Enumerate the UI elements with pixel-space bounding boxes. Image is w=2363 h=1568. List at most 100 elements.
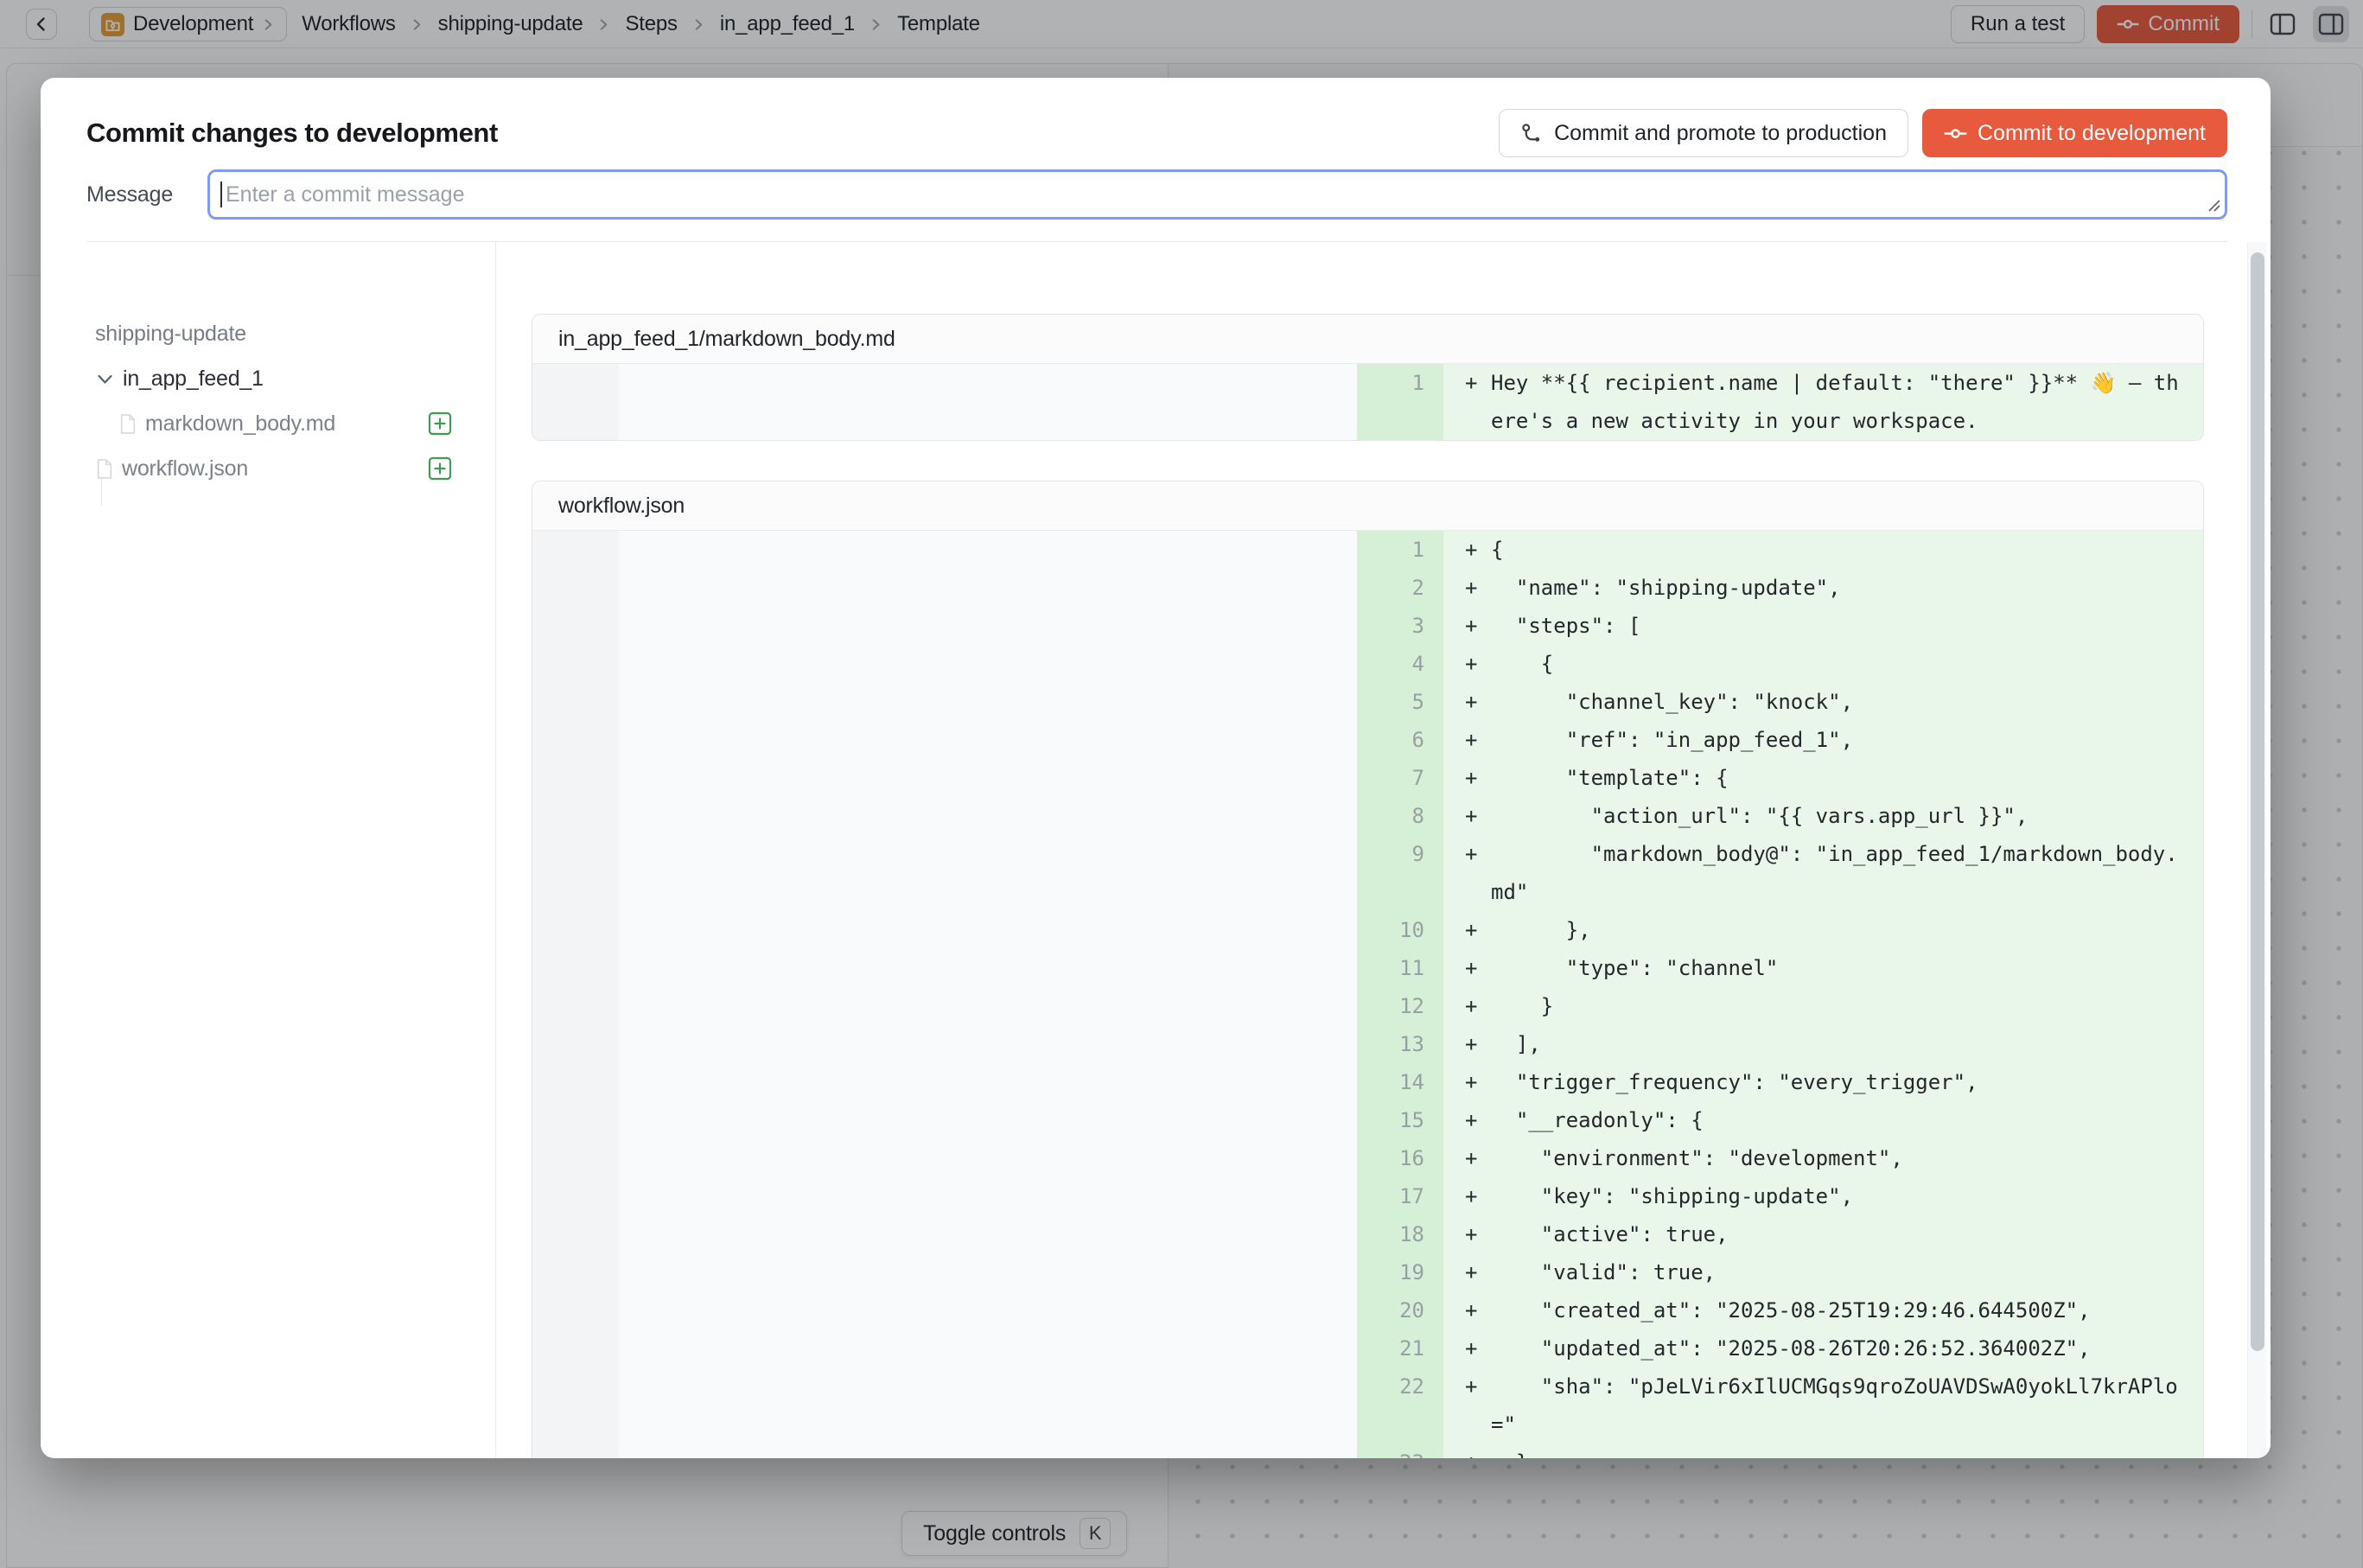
new-line-number-cell: 17 bbox=[1357, 1177, 1443, 1215]
old-line-number-cell bbox=[532, 1063, 619, 1101]
new-line-number-cell: 23 bbox=[1357, 1444, 1443, 1458]
new-content-cell: + ], bbox=[1443, 1025, 2203, 1063]
diff-row: =" bbox=[532, 1405, 2203, 1444]
diff-add-sign: + bbox=[1465, 1367, 1491, 1405]
old-content-cell bbox=[619, 402, 1357, 440]
modal-scrollbar-track[interactable] bbox=[2247, 242, 2266, 1458]
new-line-number-cell bbox=[1357, 1405, 1443, 1444]
new-content-cell: + "key": "shipping-update", bbox=[1443, 1177, 2203, 1215]
old-content-cell bbox=[619, 873, 1357, 911]
new-content-cell: +{ bbox=[1443, 531, 2203, 569]
new-line-number-cell: 5 bbox=[1357, 683, 1443, 721]
new-content-cell: ere's a new activity in your workspace. bbox=[1443, 402, 2203, 440]
diff-add-sign: + bbox=[1465, 569, 1491, 607]
old-line-number-cell bbox=[532, 1405, 619, 1444]
diff-add-sign: + bbox=[1465, 645, 1491, 683]
diff-line-text: "markdown_body@": "in_app_feed_1/markdow… bbox=[1491, 835, 2178, 873]
resize-handle-icon[interactable] bbox=[2206, 197, 2221, 213]
commit-and-promote-button[interactable]: Commit and promote to production bbox=[1499, 109, 1908, 157]
new-line-number-cell: 18 bbox=[1357, 1215, 1443, 1253]
file-icon bbox=[118, 413, 137, 435]
modal-scrollbar-thumb[interactable] bbox=[2251, 252, 2264, 1351]
diff-row: 8+ "action_url": "{{ vars.app_url }}", bbox=[532, 797, 2203, 835]
diff-line-text: } bbox=[1491, 987, 1553, 1025]
diff-add-sign: + bbox=[1465, 1101, 1491, 1139]
old-content-cell bbox=[619, 1329, 1357, 1367]
diff-line-text: "created_at": "2025-08-25T19:29:46.64450… bbox=[1491, 1291, 2091, 1329]
old-content-cell bbox=[619, 683, 1357, 721]
old-line-number-cell bbox=[532, 835, 619, 873]
new-content-cell: + "steps": [ bbox=[1443, 607, 2203, 645]
file-icon bbox=[95, 458, 114, 480]
old-line-number-cell bbox=[532, 1215, 619, 1253]
old-content-cell bbox=[619, 1215, 1357, 1253]
new-content-cell: + "created_at": "2025-08-25T19:29:46.644… bbox=[1443, 1291, 2203, 1329]
new-line-number-cell: 7 bbox=[1357, 759, 1443, 797]
diff-row: 17+ "key": "shipping-update", bbox=[532, 1177, 2203, 1215]
new-line-number-cell: 9 bbox=[1357, 835, 1443, 873]
diff-line-text: "valid": true, bbox=[1491, 1253, 1716, 1291]
new-line-number-cell: 12 bbox=[1357, 987, 1443, 1025]
diff-row: 4+ { bbox=[532, 645, 2203, 683]
old-content-cell bbox=[619, 607, 1357, 645]
old-line-number-cell bbox=[532, 645, 619, 683]
old-line-number-cell bbox=[532, 759, 619, 797]
tree-item-step-group[interactable]: in_app_feed_1 bbox=[95, 356, 452, 401]
new-content-cell: + "__readonly": { bbox=[1443, 1101, 2203, 1139]
tree-item-workflow-root[interactable]: shipping-update bbox=[95, 311, 452, 356]
diff-line-text: "channel_key": "knock", bbox=[1491, 683, 1853, 721]
new-line-number-cell: 14 bbox=[1357, 1063, 1443, 1101]
new-line-number-cell: 22 bbox=[1357, 1367, 1443, 1405]
tree-group-label: in_app_feed_1 bbox=[123, 367, 264, 392]
diff-add-sign: + bbox=[1465, 1215, 1491, 1253]
old-content-cell bbox=[619, 911, 1357, 949]
new-content-cell: + "action_url": "{{ vars.app_url }}", bbox=[1443, 797, 2203, 835]
new-line-number-cell bbox=[1357, 873, 1443, 911]
text-caret bbox=[220, 182, 222, 207]
old-content-cell bbox=[619, 797, 1357, 835]
commit-to-development-label: Commit to development bbox=[1978, 121, 2206, 146]
diff-add-sign: + bbox=[1465, 364, 1491, 402]
diff-add-sign: + bbox=[1465, 987, 1491, 1025]
old-content-cell bbox=[619, 645, 1357, 683]
new-line-number-cell: 8 bbox=[1357, 797, 1443, 835]
new-line-number-cell: 1 bbox=[1357, 364, 1443, 402]
diff-row: 19+ "valid": true, bbox=[532, 1253, 2203, 1291]
chevron-down-icon bbox=[95, 369, 115, 389]
old-content-cell bbox=[619, 949, 1357, 987]
added-status-icon bbox=[428, 456, 452, 481]
diff-add-sign: + bbox=[1465, 1025, 1491, 1063]
old-content-cell bbox=[619, 1177, 1357, 1215]
old-content-cell bbox=[619, 364, 1357, 402]
diff-file-header: workflow.json bbox=[532, 481, 2203, 531]
old-line-number-cell bbox=[532, 364, 619, 402]
message-label: Message bbox=[86, 182, 207, 207]
diff-row: 1+Hey **{{ recipient.name | default: "th… bbox=[532, 364, 2203, 402]
diff-add-sign: + bbox=[1465, 1329, 1491, 1367]
commit-message-input[interactable] bbox=[207, 169, 2227, 220]
new-line-number-cell: 21 bbox=[1357, 1329, 1443, 1367]
commit-changes-modal: Commit changes to development Commit and… bbox=[41, 78, 2271, 1458]
diff-pane: in_app_feed_1/markdown_body.md1+Hey **{{… bbox=[496, 242, 2271, 1458]
new-line-number-cell: 3 bbox=[1357, 607, 1443, 645]
old-content-cell bbox=[619, 987, 1357, 1025]
diff-row: 18+ "active": true, bbox=[532, 1215, 2203, 1253]
diff-line-text: "ref": "in_app_feed_1", bbox=[1491, 721, 1853, 759]
old-line-number-cell bbox=[532, 1253, 619, 1291]
old-line-number-cell bbox=[532, 987, 619, 1025]
diff-add-sign: + bbox=[1465, 1139, 1491, 1177]
new-line-number-cell: 1 bbox=[1357, 531, 1443, 569]
new-content-cell: + "name": "shipping-update", bbox=[1443, 569, 2203, 607]
commit-to-development-button[interactable]: Commit to development bbox=[1922, 109, 2227, 157]
new-line-number-cell: 19 bbox=[1357, 1253, 1443, 1291]
diff-add-sign: + bbox=[1465, 721, 1491, 759]
tree-item-markdown-body[interactable]: markdown_body.md bbox=[95, 401, 452, 446]
tree-item-workflow-json[interactable]: workflow.json bbox=[95, 446, 452, 491]
diff-row: 11+ "type": "channel" bbox=[532, 949, 2203, 987]
new-content-cell: + "trigger_frequency": "every_trigger", bbox=[1443, 1063, 2203, 1101]
old-content-cell bbox=[619, 1405, 1357, 1444]
promote-icon bbox=[1520, 122, 1544, 145]
new-content-cell: =" bbox=[1443, 1405, 2203, 1444]
commit-and-promote-label: Commit and promote to production bbox=[1554, 121, 1887, 146]
diff-line-text: "trigger_frequency": "every_trigger", bbox=[1491, 1063, 1978, 1101]
